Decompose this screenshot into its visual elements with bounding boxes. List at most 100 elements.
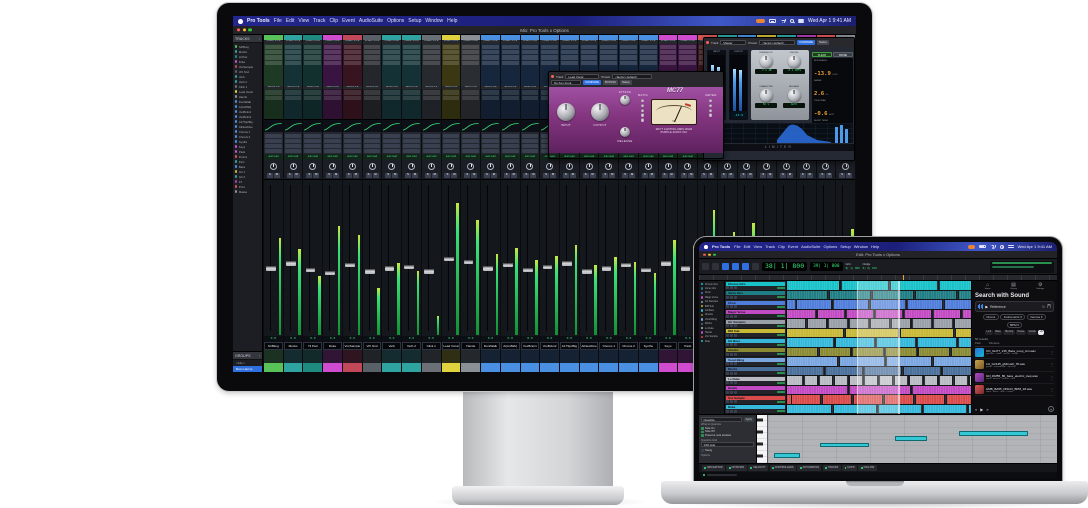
mute-button[interactable]: M (451, 173, 457, 178)
tag-chip[interactable]: Lo-fi (985, 330, 993, 335)
solo-button[interactable]: S (642, 173, 648, 178)
menu-item[interactable]: File (734, 244, 740, 249)
edit-selection[interactable] (857, 281, 899, 414)
nav-item[interactable]: ▤ Library (1010, 283, 1017, 290)
track-color-chip[interactable] (521, 363, 540, 372)
pan-knob[interactable] (743, 163, 750, 170)
pan-knob[interactable] (447, 163, 454, 170)
io-section[interactable] (343, 132, 362, 154)
close-button[interactable] (237, 28, 240, 31)
track-name[interactable]: Git Bass (726, 339, 785, 343)
insert-slot[interactable] (640, 45, 657, 49)
insert-slot[interactable] (620, 45, 637, 49)
insert-slot[interactable] (462, 61, 479, 65)
track-header[interactable]: Mocks (725, 367, 786, 377)
insert-slot[interactable] (660, 50, 677, 54)
menu-item[interactable]: Track (313, 18, 325, 24)
insert-slot[interactable] (443, 45, 460, 49)
track-name[interactable]: Magic Verse (726, 310, 785, 314)
mute-button[interactable]: M (353, 173, 359, 178)
apple-logo[interactable] (704, 245, 708, 249)
volume-fader[interactable] (582, 269, 592, 274)
insert-slot[interactable] (443, 50, 460, 54)
track-color-chip[interactable] (560, 363, 579, 372)
next-icon[interactable]: » (986, 407, 988, 412)
group-item-selected[interactable]: Bvox Harms (233, 366, 262, 372)
mute-button[interactable] (734, 362, 737, 365)
playhead-marker[interactable] (903, 275, 904, 280)
record-arm-button[interactable] (726, 362, 729, 365)
record-arm-button[interactable] (726, 324, 729, 327)
mute-button[interactable] (734, 296, 737, 299)
insert-slot[interactable] (344, 61, 361, 65)
midi-note-grid[interactable] (768, 415, 1057, 463)
trash-icon[interactable] (1047, 304, 1051, 310)
track-color-chip[interactable] (442, 363, 461, 372)
mute-button[interactable]: M (688, 173, 694, 178)
refresh-icon[interactable]: ↻ (1042, 305, 1045, 309)
track-header[interactable]: Choir (725, 300, 786, 310)
clear-button[interactable]: CLEAR (812, 52, 832, 57)
io-section[interactable] (323, 132, 342, 154)
solo-button[interactable] (730, 296, 733, 299)
track-header[interactable]: Vocal Bkng (725, 357, 786, 367)
insert-slot[interactable] (502, 61, 519, 65)
channel-strip[interactable]: INSERTS A-E SENDS A-E (461, 35, 480, 372)
eq-curve-display[interactable] (402, 119, 421, 132)
solo-button[interactable] (730, 372, 733, 375)
comments-block[interactable] (343, 350, 362, 363)
track-color-chip[interactable] (343, 363, 362, 372)
pan-knob[interactable] (822, 163, 829, 170)
mute-button[interactable]: M (313, 173, 319, 178)
mute-button[interactable] (734, 324, 737, 327)
track-name[interactable]: Lo Duke (726, 377, 785, 381)
inserts-section[interactable] (323, 44, 342, 86)
sends-section[interactable] (343, 89, 362, 119)
mute-button[interactable]: M (728, 173, 734, 178)
send-slot[interactable] (285, 96, 302, 100)
midi-note[interactable] (895, 436, 927, 440)
piano-keyboard[interactable] (757, 415, 768, 463)
send-slot[interactable] (462, 96, 479, 100)
insert-slot[interactable] (443, 55, 460, 59)
eq-curve-display[interactable] (521, 119, 540, 132)
eq-curve-display[interactable] (284, 119, 303, 132)
solo-button[interactable]: S (543, 173, 549, 178)
sends-section[interactable] (402, 89, 421, 119)
inserts-section[interactable] (284, 44, 303, 86)
menu-bar-clock[interactable]: Wed Apr 1 9:41 AM (808, 18, 851, 24)
preset-selector[interactable]: <factory default> (759, 40, 795, 45)
track-name-plate[interactable]: DontWalk (481, 342, 500, 350)
mute-button[interactable]: M (373, 173, 379, 178)
comments-block[interactable] (580, 350, 599, 363)
insert-slot[interactable] (285, 50, 302, 54)
mute-button[interactable]: M (590, 173, 596, 178)
track-header[interactable]: Vox Sample (725, 395, 786, 405)
sends-section[interactable] (422, 89, 441, 119)
send-slot[interactable] (462, 90, 479, 94)
insert-slot[interactable] (541, 50, 558, 54)
insert-slot[interactable] (324, 45, 341, 49)
eq-curve-display[interactable] (382, 119, 401, 132)
solo-button[interactable]: S (287, 173, 293, 178)
menu-item[interactable]: Event (788, 244, 798, 249)
tracks-panel-menu-icon[interactable]: ◦ (259, 37, 260, 41)
track-name-plate[interactable]: Lead Vocal (442, 342, 461, 350)
track-selector[interactable]: Lead Vocal (565, 74, 599, 79)
send-slot[interactable] (324, 96, 341, 100)
record-arm-button[interactable] (726, 343, 729, 346)
zoom-button[interactable] (248, 28, 251, 31)
trim-tool-button[interactable] (722, 263, 729, 270)
zoom-tool-button[interactable] (752, 263, 759, 270)
insert-slot[interactable] (620, 50, 637, 54)
sends-section[interactable] (264, 89, 283, 119)
pause-button[interactable]: PAUSE (833, 52, 853, 57)
minimize-button[interactable] (708, 253, 711, 256)
insert-slot[interactable] (522, 55, 539, 59)
sends-section[interactable] (303, 89, 322, 119)
track-name-plate[interactable]: Mocks (284, 342, 303, 350)
volume-fader[interactable] (641, 268, 651, 273)
editor-tab[interactable]: MIDI EDITOR (702, 465, 725, 471)
insert-slot[interactable] (660, 61, 677, 65)
grid-value-selector[interactable]: 1/16 note (701, 442, 754, 447)
